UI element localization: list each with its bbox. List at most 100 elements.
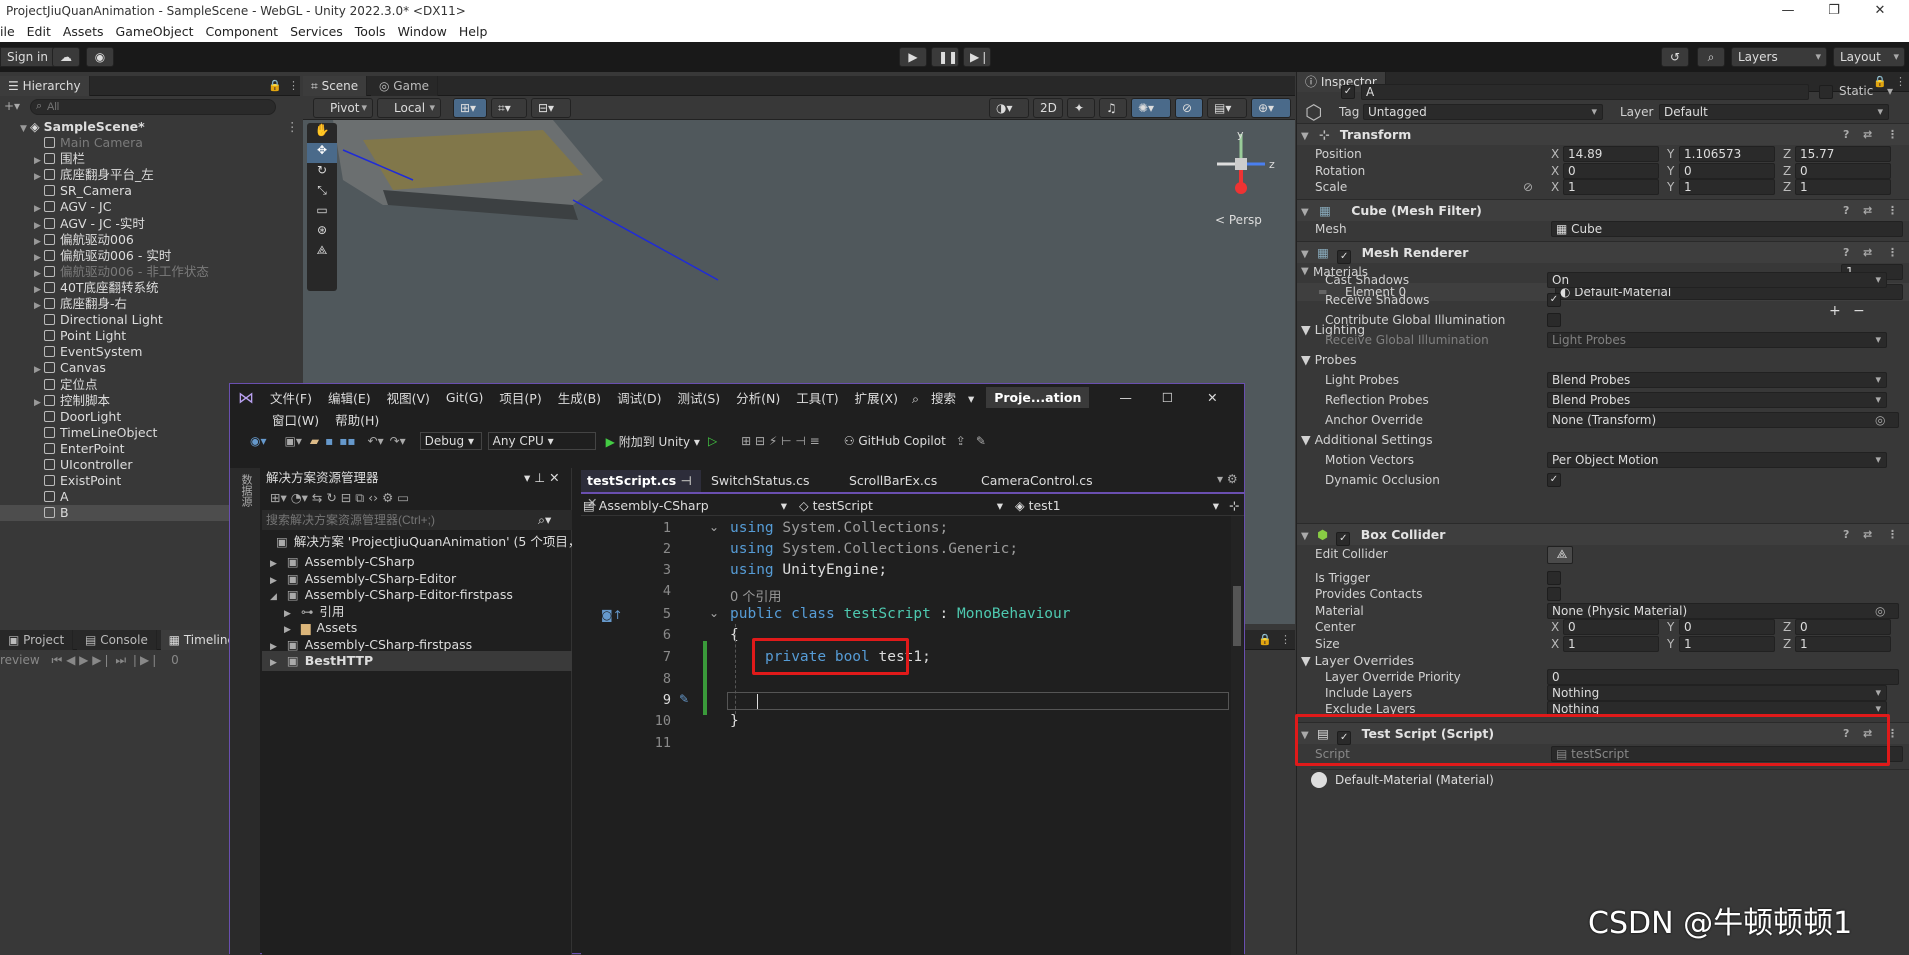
rotation-y-field[interactable]: 0 [1679, 162, 1775, 179]
audio-toggle-icon[interactable]: ♫ [1099, 98, 1127, 118]
tab-testscript[interactable]: testScript.cs ⊣ ✕ [581, 470, 701, 510]
menu-file[interactable]: ile [0, 22, 21, 42]
probes-section[interactable]: ▼ Probes [1301, 351, 1357, 369]
preset-icon[interactable]: ⇄ [1863, 524, 1872, 546]
mesh-filter-header[interactable]: ▼ ▦ Cube (Mesh Filter) ? ⇄ ⋮ [1297, 199, 1909, 221]
view-tool-icon[interactable]: ✋ [307, 123, 337, 143]
size-x-field[interactable]: 1 [1563, 636, 1659, 652]
vs-menu-help[interactable]: 帮助(H) [327, 410, 387, 429]
hierarchy-item[interactable]: Point Light [0, 328, 300, 344]
anchor-override-field[interactable]: None (Transform) [1547, 412, 1899, 428]
vs-minimize-button[interactable]: — [1111, 390, 1140, 405]
vs-menu-edit[interactable]: 编辑(E) [320, 388, 379, 407]
vs-menu-test[interactable]: 测试(S) [669, 388, 728, 407]
vs-search-button[interactable]: ⌕ 搜索 ▾ [906, 388, 980, 407]
scale-x-field[interactable]: 1 [1563, 179, 1659, 195]
vs-menu-analyze[interactable]: 分析(N) [728, 388, 788, 407]
center-z-field[interactable]: 0 [1795, 619, 1891, 635]
vs-menu-debug[interactable]: 调试(D) [609, 388, 669, 407]
tab-game[interactable]: ◎ Game [371, 76, 439, 96]
grid-snap-icon[interactable]: ⊞▾ [453, 98, 487, 118]
save-icon[interactable]: ▪ [325, 434, 333, 448]
scale-tool-icon[interactable]: ⤡ [307, 183, 337, 203]
code-line-10[interactable]: } [730, 713, 739, 729]
hierarchy-search-input[interactable] [30, 99, 276, 115]
hierarchy-item[interactable]: ▶ 40T底座翻转系统 [0, 280, 300, 296]
menu-services[interactable]: Services [284, 22, 349, 42]
scene-root[interactable]: ▼ ◈ SampleScene* ⋮ [0, 119, 300, 135]
pivot-dropdown[interactable]: Pivot [313, 98, 373, 118]
static-checkbox[interactable] [1819, 85, 1833, 99]
dynamic-occlusion-checkbox[interactable]: ✓ [1547, 473, 1561, 487]
gizmos-toggle-icon[interactable]: ⊕▾ [1251, 98, 1291, 118]
menu-help[interactable]: Help [453, 22, 494, 42]
pin-icon[interactable]: ▾ ⊥ ✕ [524, 468, 560, 488]
additional-settings-section[interactable]: ▼ Additional Settings [1301, 431, 1433, 449]
tag-dropdown[interactable]: Untagged [1363, 104, 1603, 120]
data-sources-tab[interactable]: 数据源 [238, 474, 254, 507]
hierarchy-item[interactable]: Main Camera [0, 135, 300, 151]
transform-header[interactable]: ▼ ⊹ Transform ? ⇄ ⋮ [1297, 123, 1909, 145]
position-z-field[interactable]: 15.77 [1795, 146, 1891, 162]
maximize-button[interactable]: ❐ [1811, 0, 1857, 22]
cast-shadows-dropdown[interactable]: On [1547, 272, 1887, 288]
expand-arrow-icon[interactable]: ▶ [284, 625, 291, 635]
vs-menu-view[interactable]: 视图(V) [379, 388, 438, 407]
physic-material-field[interactable]: None (Physic Material) [1547, 603, 1899, 619]
lock-icon[interactable]: 🔒 [1873, 75, 1887, 88]
menu-gameobject[interactable]: GameObject [110, 22, 200, 42]
static-dropdown-icon[interactable]: ▾ [1887, 84, 1893, 98]
add-icon[interactable]: +▾ [4, 99, 20, 113]
hierarchy-item[interactable]: EventSystem [0, 344, 300, 360]
mesh-renderer-enabled-checkbox[interactable]: ✓ [1337, 250, 1352, 264]
open-icon[interactable]: ▰ [310, 434, 319, 448]
object-picker-icon[interactable]: ◎ [1875, 411, 1885, 429]
expand-arrow-icon[interactable]: ▶ [270, 658, 277, 668]
lock-icon[interactable]: 🔒 [268, 79, 282, 92]
scrollbar-thumb[interactable] [1233, 586, 1241, 646]
receive-gi-dropdown[interactable]: Light Probes [1547, 332, 1887, 348]
component-menu-icon[interactable]: ⋮ [1887, 524, 1898, 546]
collapse-arrow-icon[interactable]: ▼ [1301, 131, 1309, 142]
expand-arrow-icon[interactable]: ◢ [270, 592, 277, 602]
tab-cameracontrol[interactable]: CameraControl.cs [975, 470, 1103, 492]
preset-icon[interactable]: ⇄ [1863, 124, 1872, 146]
nav-member-dropdown[interactable]: ◈ test1 ▾ [1015, 496, 1225, 516]
vertical-scrollbar[interactable] [1231, 516, 1243, 955]
custom-tool-icon[interactable]: ⟁ [307, 243, 337, 263]
provides-contacts-checkbox[interactable] [1547, 587, 1561, 601]
expand-arrow-icon[interactable]: ▶ [270, 642, 277, 652]
hierarchy-item[interactable]: Directional Light [0, 312, 300, 328]
hierarchy-item[interactable]: SR_Camera [0, 183, 300, 199]
transform-tool-icon[interactable]: ⊛ [307, 223, 337, 243]
more-menu-icon[interactable]: ⋮ [1895, 75, 1906, 88]
active-checkbox[interactable]: ✓ [1341, 85, 1355, 99]
undo-icon[interactable]: ↶▾ [368, 434, 384, 448]
vs-menu-build[interactable]: 生成(B) [550, 388, 609, 407]
shading-mode-icon[interactable]: ◑▾ [989, 98, 1029, 118]
help-icon[interactable]: ? [1843, 200, 1849, 222]
hierarchy-item[interactable]: ▶ Canvas [0, 360, 300, 376]
contribute-gi-checkbox[interactable] [1547, 313, 1561, 327]
position-y-field[interactable]: 1.106573 [1679, 146, 1775, 162]
receive-shadows-checkbox[interactable]: ✓ [1547, 293, 1561, 307]
hierarchy-item[interactable]: ▶ 围栏 [0, 151, 300, 167]
minimize-button[interactable]: — [1765, 0, 1811, 22]
code-line-3[interactable]: using UnityEngine; [730, 562, 887, 578]
collapse-arrow-icon[interactable]: ▼ [1301, 249, 1309, 260]
tab-console[interactable]: ▤ Console [77, 630, 157, 650]
expand-arrow-icon[interactable]: ▶ [284, 609, 291, 619]
timeline-controls[interactable]: ⏮ ◀ ▶ ▶❘ ⏭ ❘▶❘ [52, 653, 160, 667]
new-project-icon[interactable]: ▣▾ [285, 434, 302, 448]
object-name-field[interactable]: A [1361, 84, 1809, 100]
box-collider-enabled-checkbox[interactable]: ✓ [1336, 532, 1351, 546]
history-icon[interactable]: ↺ [1661, 47, 1689, 67]
include-layers-dropdown[interactable]: Nothing [1547, 685, 1887, 701]
vs-menu-git[interactable]: Git(G) [438, 390, 492, 405]
vs-menu-window[interactable]: 窗口(W) [264, 410, 327, 429]
solution-search-input[interactable] [266, 511, 536, 529]
lock-icon[interactable]: 🔒 [1258, 633, 1272, 646]
size-y-field[interactable]: 1 [1679, 636, 1775, 652]
projection-label[interactable]: < Persp [1215, 213, 1262, 227]
tab-switchstatus[interactable]: SwitchStatus.cs [705, 470, 839, 492]
